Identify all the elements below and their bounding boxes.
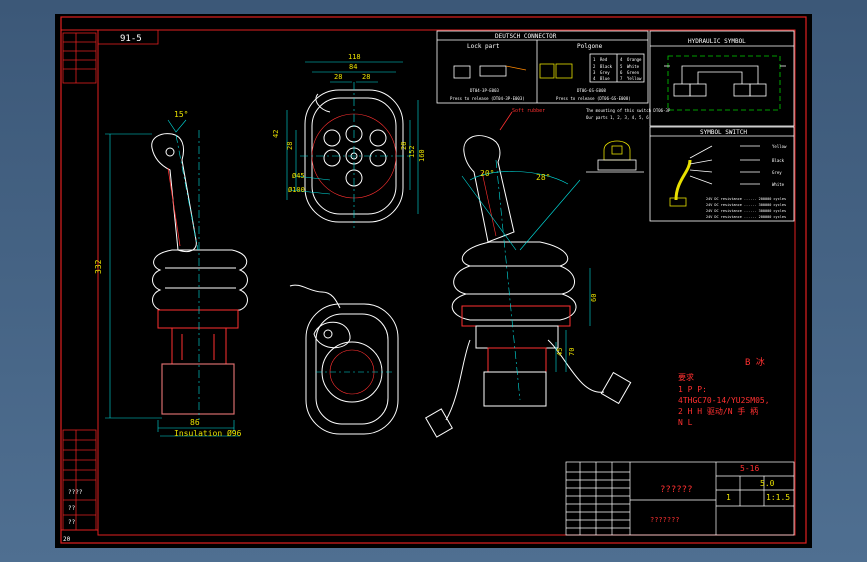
dim-pcd: Ø100: [288, 186, 305, 194]
tech-note-line: 1 P P:: [678, 385, 707, 394]
strip-label: ????: [68, 489, 83, 496]
insulation-label: Insulation Ø96: [174, 428, 242, 438]
dim-right-60: 60: [590, 294, 598, 302]
strip-label: ??: [68, 505, 76, 512]
pin-number: 4: [620, 57, 623, 62]
wire-label: Grey: [772, 170, 782, 175]
lock-part-title: Lock part: [467, 43, 500, 50]
dim-top-small-b: 28: [362, 73, 370, 81]
connector-panel: [436, 30, 649, 104]
dim-top-left-42: 42: [272, 130, 280, 138]
dim-right-45: 45: [556, 348, 564, 356]
wire-label: White: [772, 182, 785, 187]
dim-top-inner: 84: [349, 63, 357, 71]
strip-label: ??: [68, 519, 76, 526]
ratio-b: 1:1.5: [766, 493, 790, 502]
dim-angle-right: 28°: [536, 173, 550, 182]
hydraulic-symbol-title: HYDRAULIC SYMBOL: [688, 38, 746, 45]
wire-label: Yellow: [772, 144, 787, 149]
dim-top-right-160: 160: [418, 149, 426, 162]
dim-height-total: 332: [94, 259, 103, 274]
scale-value: 5.0: [760, 479, 775, 488]
joystick-base-view: [289, 284, 399, 435]
tech-notes-heading: 要求: [678, 372, 694, 382]
tech-notes-tag: B 冰: [745, 356, 765, 368]
switch-part-sketch: [586, 140, 644, 173]
pin-number: 6: [620, 70, 623, 75]
pin-color: Orange: [627, 57, 642, 62]
mounting-note-2: Our parts 1, 2, 3, 4, 5, 6: [586, 115, 649, 120]
inner-frame: [97, 29, 796, 536]
dim-top-small-a: 28: [334, 73, 342, 81]
pin-number: 7: [620, 76, 623, 81]
sheet-number: 5-16: [740, 464, 759, 473]
lock-part-ref: DT04-3P-E003: [470, 88, 499, 93]
dim-hole: Ø45: [292, 172, 305, 180]
corner-mark: 20: [63, 536, 71, 543]
left-strip-bottom: [62, 429, 97, 531]
lock-part-note: Press to release (DT04-3P-E003): [450, 96, 525, 101]
tech-note-line: 4THGC70-14/YU2SM05,: [678, 396, 770, 405]
title-block: [565, 461, 795, 536]
pin-color: Red: [600, 57, 608, 62]
dimensions-front-view: [461, 171, 591, 372]
drawing-subtitle: ???????: [650, 516, 680, 524]
dim-angle-handle: 15°: [174, 110, 188, 119]
cad-viewport: 91-5 ???? ?? ?? 20 332 86 Insulation Ø96…: [0, 0, 867, 562]
joystick-top-view: [300, 82, 410, 228]
pin-color: Blue: [600, 76, 610, 81]
joystick-side-view: [151, 130, 248, 420]
ratio-a: 1: [726, 493, 731, 502]
dim-top-left-28: 28: [286, 142, 294, 150]
mounting-note: The mounting of this switch DT06-3P: [586, 108, 671, 113]
pin-color: Yellow: [627, 76, 642, 81]
connector-title: DEUTSCH CONNECTOR: [495, 33, 557, 40]
pin-color: Green: [627, 70, 640, 75]
life-line: 24V DC resistance ...... 300000 cycles: [706, 203, 786, 207]
life-line: 24V DC resistance ...... 200000 cycles: [706, 215, 786, 219]
life-line: 24V DC resistance ...... 300000 cycles: [706, 209, 786, 213]
joystick-front-view: [425, 111, 632, 438]
dimensions-left-view: [105, 119, 240, 437]
dim-top-right-28: 28: [400, 142, 408, 150]
drawing-number: 91-5: [120, 34, 142, 44]
dim-top-right-152: 152: [408, 145, 416, 158]
pin-number: 2: [593, 64, 596, 69]
dim-top-width: 118: [348, 53, 361, 61]
drawing-title: ??????: [660, 485, 693, 495]
polygone-title: Polgone: [577, 43, 603, 50]
pin-color: White: [627, 64, 640, 69]
dim-bottom-width: 86: [190, 418, 200, 427]
pin-number: 3: [593, 70, 596, 75]
life-line: 24V DC resistance ...... 200000 cycles: [706, 197, 786, 201]
pin-number: 4: [593, 76, 596, 81]
dim-right-70: 70: [568, 348, 576, 356]
pin-color: Black: [600, 64, 613, 69]
symbol-switch-title: SYMBOL SWITCH: [700, 129, 747, 136]
polygone-ref: DT06-6S-E008: [577, 88, 606, 93]
left-strip-top: [62, 32, 97, 84]
wire-label: Black: [772, 158, 785, 163]
pin-number: 1: [593, 57, 596, 62]
hydraulic-symbol-panel: [649, 30, 795, 127]
pin-table: 1 Red 4 Orange 2 Black 5 White 3 Grey 6 …: [593, 57, 642, 81]
drawing-number-box: 91-5: [97, 29, 159, 45]
tech-note-line: N L: [678, 418, 693, 427]
pin-number: 5: [620, 64, 623, 69]
handle-grip-label: Soft rubber: [512, 108, 545, 114]
dim-angle-left: 20°: [480, 169, 494, 178]
pin-color: Grey: [600, 70, 610, 75]
dimensions-top-view: [286, 61, 419, 214]
drawing-svg: 91-5 ???? ?? ?? 20 332 86 Insulation Ø96…: [60, 16, 807, 544]
tech-note-line: 2 H H 驱动/N 手 柄: [678, 406, 758, 416]
polygone-note: Press to release (DT06-6S-E008): [556, 96, 631, 101]
